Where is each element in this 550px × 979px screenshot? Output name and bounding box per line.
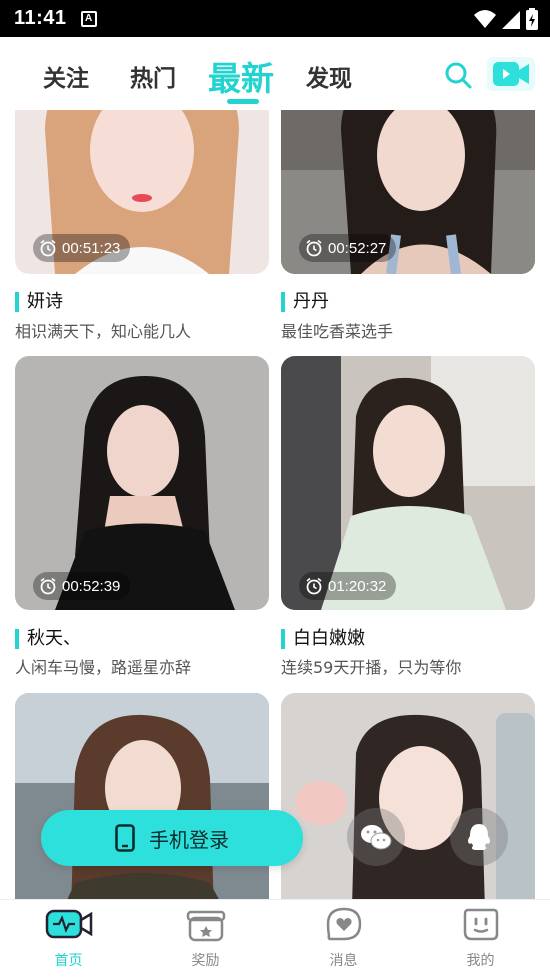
qq-login-button[interactable] (450, 808, 508, 866)
bottom-nav-messages[interactable]: 消息 (275, 900, 412, 979)
status-time: 11:41 (14, 7, 67, 29)
duration-text: 00:51:23 (62, 239, 121, 257)
message-heart-icon (326, 907, 361, 941)
tab-discover[interactable]: 发现 (306, 59, 352, 93)
bottom-nav-profile[interactable]: 我的 (412, 900, 549, 979)
card-thumbnail[interactable] (15, 693, 269, 899)
alarm-clock-icon (40, 577, 56, 595)
phone-icon (115, 824, 135, 852)
tab-following[interactable]: 关注 (43, 59, 89, 93)
bottom-nav-label: 消息 (329, 953, 358, 969)
search-icon[interactable] (444, 61, 472, 89)
active-tab-indicator (227, 99, 259, 104)
bottom-nav-rewards[interactable]: 奖励 (137, 900, 274, 979)
bottom-nav-home[interactable]: 首页 (0, 900, 137, 979)
bottom-nav-label: 我的 (466, 953, 495, 969)
profile-face-icon (463, 908, 498, 941)
duration-badge: 00:52:27 (299, 234, 397, 262)
duration-badge: 01:20:32 (299, 572, 397, 600)
streamer-signature: 相识满天下，知心能几人 (15, 322, 192, 341)
video-camera-icon (493, 62, 529, 86)
gift-icon (186, 910, 225, 942)
duration-badge: 00:51:23 (33, 234, 131, 262)
wifi-icon (474, 10, 496, 28)
alarm-clock-icon (306, 577, 322, 595)
bottom-nav: 首页 奖励 消息 我的 (0, 899, 550, 979)
signal-icon (502, 11, 520, 29)
status-bar: 11:41 A (0, 0, 550, 37)
portrait-image (15, 693, 269, 899)
status-indicators (474, 8, 538, 30)
streamer-signature: 人闲车马慢，路遥星亦辞 (15, 658, 192, 677)
video-feed[interactable]: 00:51:23 妍诗 相识满天下，知心能几人 00:52:27 丹丹 最佳吃香… (0, 110, 550, 899)
alarm-clock-icon (40, 239, 56, 257)
battery-icon (526, 8, 538, 30)
streamer-name: 白白嫩嫩 (281, 629, 365, 649)
streamer-name: 丹丹 (281, 292, 329, 312)
wechat-login-button[interactable] (347, 808, 405, 866)
top-nav: 关注 热门 最新 发现 (0, 37, 550, 110)
duration-text: 00:52:39 (62, 577, 121, 595)
home-live-icon (45, 909, 92, 939)
streamer-name: 秋天、 (15, 629, 81, 649)
duration-text: 01:20:32 (328, 577, 387, 595)
bottom-nav-label: 奖励 (191, 953, 220, 969)
streamer-signature: 连续59天开播，只为等你 (281, 658, 462, 677)
phone-login-label: 手机登录 (149, 827, 229, 852)
duration-badge: 00:52:39 (33, 572, 131, 600)
card-thumbnail[interactable] (281, 693, 535, 899)
qq-penguin-icon (468, 824, 490, 850)
alarm-clock-icon (306, 239, 322, 257)
live-video-button[interactable] (487, 57, 535, 91)
streamer-signature: 最佳吃香菜选手 (281, 322, 394, 341)
bottom-nav-label: 首页 (54, 953, 83, 969)
duration-text: 00:52:27 (328, 239, 387, 257)
tab-popular[interactable]: 热门 (130, 59, 176, 93)
tab-latest[interactable]: 最新 (208, 52, 274, 100)
notification-icon: A (80, 10, 97, 27)
streamer-name: 妍诗 (15, 292, 63, 312)
portrait-image (281, 693, 535, 899)
phone-login-button[interactable]: 手机登录 (41, 810, 303, 866)
wechat-icon (361, 825, 392, 850)
